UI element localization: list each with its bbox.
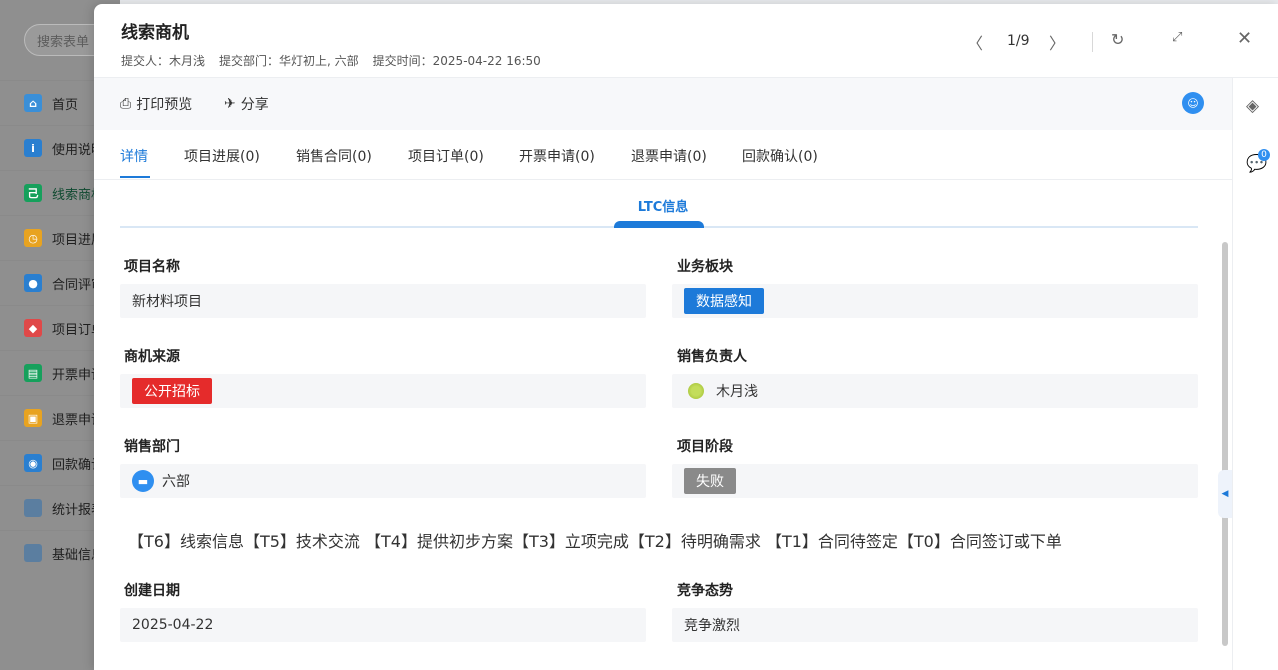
comment-count-badge: 0: [1258, 149, 1270, 161]
active-tab-indicator: [120, 176, 150, 178]
sales-dept-label: 销售部门: [124, 439, 180, 455]
avatar: [688, 383, 704, 399]
user-icon: ●: [24, 274, 42, 292]
header-divider: [1092, 32, 1093, 52]
business-segment-label: 业务板块: [677, 259, 733, 275]
project-name-label: 项目名称: [124, 259, 180, 275]
tab-project-progress[interactable]: 项目进展(0): [184, 146, 260, 166]
sales-owner-label: 销售负责人: [677, 349, 747, 365]
right-rail: ◈ 💬 0: [1232, 78, 1278, 670]
sales-owner-value: 木月浅: [672, 374, 1198, 408]
page-title: 线索商机: [121, 23, 189, 43]
tab-project-order[interactable]: 项目订单(0): [408, 146, 484, 166]
tab-sales-contract[interactable]: 销售合同(0): [296, 146, 372, 166]
submission-meta: 提交人：木月浅 提交部门：华灯初上, 六部 提交时间：2025-04-22 16…: [121, 52, 541, 69]
send-icon: ✈: [224, 96, 236, 112]
section-title: LTC信息: [637, 200, 689, 215]
record-pager: 1/9: [1007, 33, 1030, 49]
tab-payment-confirm[interactable]: 回款确认(0): [742, 146, 818, 166]
business-segment-tag: 数据感知: [684, 288, 764, 314]
prev-record-icon[interactable]: 〈: [967, 30, 983, 54]
project-stage-tag: 失败: [684, 468, 736, 494]
action-toolbar: ⎙ 打印预览 ✈ 分享 ☺: [94, 78, 1232, 130]
project-stage-label: 项目阶段: [677, 439, 733, 455]
print-preview-button[interactable]: ⎙ 打印预览: [120, 94, 192, 114]
lead-icon: 己: [24, 184, 42, 202]
stage-legend-text: 【T6】线索信息【T5】技术交流 【T4】提供初步方案【T3】立项完成【T2】待…: [128, 532, 1062, 551]
folder-icon: ▬: [132, 470, 154, 492]
collapse-panel-handle[interactable]: ◀: [1218, 470, 1232, 518]
panel-header: 线索商机 提交人：木月浅 提交部门：华灯初上, 六部 提交时间：2025-04-…: [94, 4, 1278, 78]
department-text: 提交部门：华灯初上, 六部: [219, 54, 359, 68]
submitter-text: 提交人：木月浅: [121, 54, 206, 68]
detail-tabs: 详情 项目进展(0) 销售合同(0) 项目订单(0) 开票申请(0) 退票申请(…: [94, 130, 1232, 180]
tag-icon: ◆: [24, 319, 42, 337]
tab-details[interactable]: 详情: [120, 146, 148, 166]
refund-icon: ▣: [24, 409, 42, 427]
created-date-value: 2025-04-22: [120, 608, 646, 642]
business-segment-value: 数据感知: [672, 284, 1198, 318]
project-name-value: 新材料项目: [120, 284, 646, 318]
section-indicator: [614, 221, 704, 228]
tab-invoice-request[interactable]: 开票申请(0): [519, 146, 595, 166]
opportunity-source-value: 公开招标: [120, 374, 646, 408]
home-icon: ⌂: [24, 94, 42, 112]
opportunity-source-label: 商机来源: [124, 349, 180, 365]
expand-icon[interactable]: ⤢: [1172, 30, 1182, 45]
competition-label: 竞争态势: [677, 583, 733, 599]
layers-icon[interactable]: ◈: [1246, 96, 1259, 116]
folder-icon: [24, 544, 42, 562]
project-stage-value: 失败: [672, 464, 1198, 498]
created-date-label: 创建日期: [124, 583, 180, 599]
detail-panel: 线索商机 提交人：木月浅 提交部门：华灯初上, 六部 提交时间：2025-04-…: [94, 4, 1278, 670]
printer-icon: ⎙: [120, 96, 132, 112]
refresh-icon[interactable]: ↻: [1111, 30, 1124, 49]
folder-icon: [24, 499, 42, 517]
invoice-icon: ▤: [24, 364, 42, 382]
submit-time-text: 提交时间：2025-04-22 16:50: [372, 54, 541, 68]
vertical-scrollbar[interactable]: [1222, 242, 1228, 646]
assistant-bot-icon[interactable]: ☺: [1182, 92, 1204, 114]
clock-icon: ◷: [24, 229, 42, 247]
next-record-icon[interactable]: 〉: [1049, 30, 1065, 54]
sales-dept-value: ▬ 六部: [120, 464, 646, 498]
share-button[interactable]: ✈ 分享: [224, 94, 269, 114]
opportunity-source-tag: 公开招标: [132, 378, 212, 404]
payment-icon: ◉: [24, 454, 42, 472]
tab-refund-request[interactable]: 退票申请(0): [631, 146, 707, 166]
info-icon: i: [24, 139, 42, 157]
competition-value: 竞争激烈: [672, 608, 1198, 642]
close-icon[interactable]: ✕: [1237, 28, 1252, 49]
